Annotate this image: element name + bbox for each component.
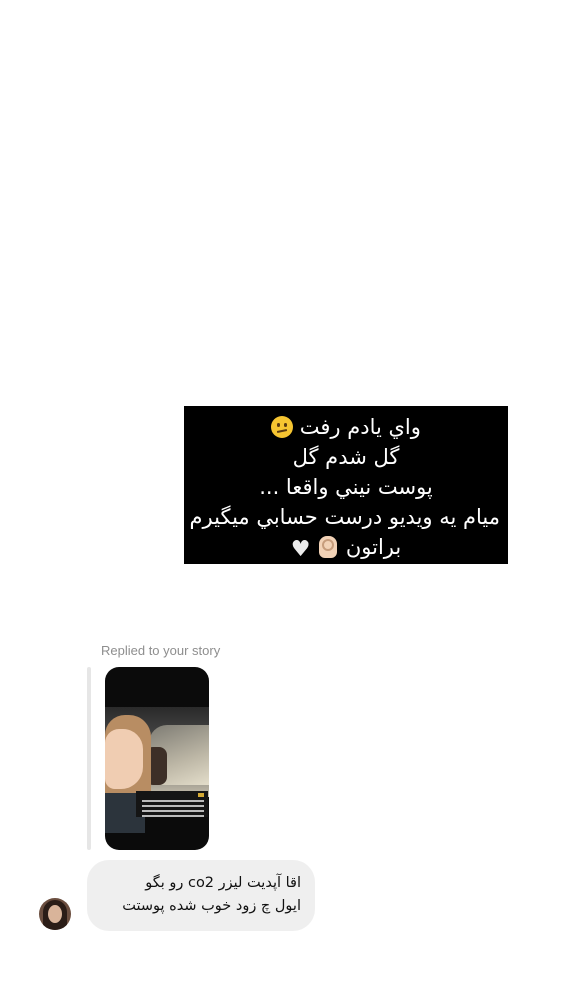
caption-line-3: پوست نيني واقعا ...: [259, 475, 433, 499]
caption-line-4: ميام يه ويديو درست حسابي ميگيرم: [189, 505, 500, 529]
story-thumbnail[interactable]: [105, 667, 209, 850]
caption-line-2: گل شدم گل: [292, 445, 400, 469]
replied-to-story-label: Replied to your story: [101, 643, 221, 658]
story-caption-image: واي يادم رفت گل شدم گل پوست نيني واقعا .…: [184, 406, 508, 564]
thumb-face: [105, 729, 143, 789]
white-heart-icon: ♥: [290, 537, 311, 562]
reply-indicator-bar: [87, 667, 91, 850]
avatar-face: [48, 905, 62, 923]
message-line-2: ایول چ زود خوب شده پوستت: [122, 898, 301, 914]
sender-avatar[interactable]: [39, 898, 71, 930]
message-line-1: اقا آپدیت لیزر co2 رو بگو: [145, 875, 301, 891]
ok-hand-icon: [319, 536, 338, 558]
caption-line-1: واي يادم رفت: [192, 412, 500, 442]
thumb-caption-overlay: [136, 791, 208, 817]
caption-text-5: براتون: [345, 535, 402, 559]
caption-line-5: براتون ♥: [192, 532, 500, 565]
caption-text-1: واي يادم رفت: [299, 415, 421, 439]
message-bubble[interactable]: اقا آپدیت لیزر co2 رو بگو ایول چ زود خوب…: [87, 860, 315, 931]
confused-face-icon: [271, 416, 294, 438]
